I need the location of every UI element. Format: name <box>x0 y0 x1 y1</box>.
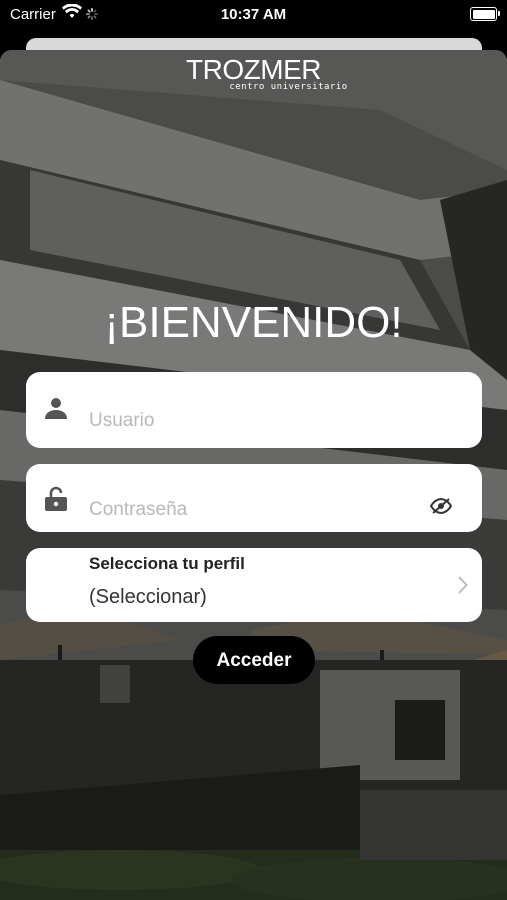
login-button[interactable]: Acceder <box>193 636 315 684</box>
username-field[interactable]: Usuario <box>26 372 482 448</box>
lock-open-icon <box>44 486 68 517</box>
trozmer-logo: TROZMER centro universitario <box>0 54 507 93</box>
user-icon <box>44 396 68 425</box>
profile-select[interactable]: Selecciona tu perfil (Seleccionar) <box>26 548 482 622</box>
status-time: 10:37 AM <box>220 6 287 23</box>
password-field[interactable]: Contraseña <box>26 464 482 532</box>
username-placeholder: Usuario <box>89 410 155 431</box>
battery-icon <box>470 7 500 21</box>
status-bar: Carrier 10:37 AM <box>0 0 507 32</box>
welcome-heading: ¡BIENVENIDO! <box>104 298 403 347</box>
profile-label: Selecciona tu perfil <box>89 554 245 573</box>
logo-subtitle: centro universitario <box>229 82 348 92</box>
chevron-right-icon <box>458 576 468 599</box>
password-placeholder: Contraseña <box>89 499 188 520</box>
profile-value: (Seleccionar) <box>89 586 207 608</box>
login-screen: TROZMER centro universitario ¡BIENVENIDO… <box>0 50 507 900</box>
logo-brand: TROZMER <box>186 54 321 85</box>
eye-slash-icon[interactable] <box>429 497 453 519</box>
